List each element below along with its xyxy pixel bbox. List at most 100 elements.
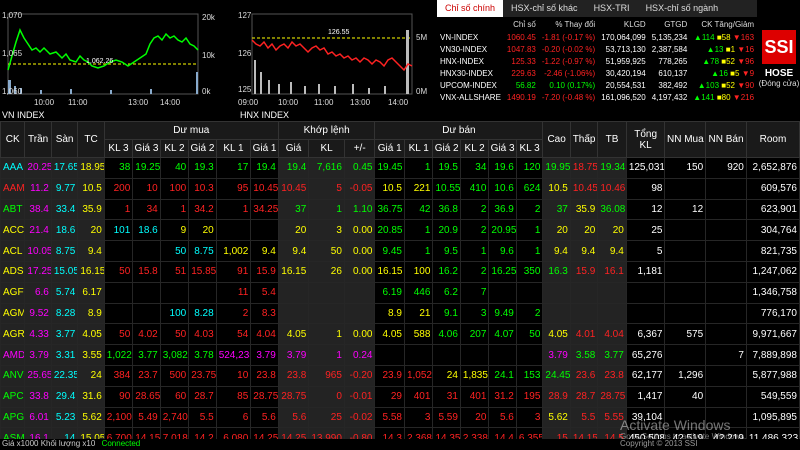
col-floor[interactable]: Sàn — [50, 121, 79, 158]
stock-symbol[interactable]: AGF — [0, 281, 26, 304]
table-row[interactable]: ACL 10.05 8.75 9.4 50 8.75 1,002 9.4 9.4 50 0.00 9.… — [0, 240, 800, 262]
cell-kl-2: 207 — [459, 323, 490, 346]
stock-symbol[interactable]: AGR — [0, 323, 26, 346]
cell-nn-b-n — [705, 177, 747, 200]
arrow-down-icon: ▼ — [737, 80, 746, 90]
table-row[interactable]: AMD3.793.313.551,0223.773,0823.78524,235… — [0, 344, 800, 366]
stock-symbol[interactable]: ASM — [0, 427, 26, 439]
cell-cao: 15 — [542, 427, 571, 439]
stock-symbol[interactable]: APG — [0, 406, 26, 429]
cell-kl-1: 17 — [215, 157, 252, 179]
col-ask-vol3[interactable]: KL 3 — [515, 139, 544, 158]
col-ask-vol1[interactable]: KL 1 — [403, 139, 434, 158]
cell-tb: 28.75 — [597, 385, 627, 408]
table-row[interactable]: ABT 38.4 33.4 35.9 1 34 1 34.2 1 34.25 37 1 1.10 36.7… — [0, 198, 800, 221]
cell-kl-2: 50 — [159, 240, 190, 262]
col-ref[interactable]: TC — [77, 121, 105, 158]
index-row[interactable]: VN30-INDEX 1047.83 -0.20 (-0.02 %) 53,713,1… — [437, 43, 757, 55]
tab-hsx-tri[interactable]: HSX-TRI — [586, 0, 638, 17]
table-row[interactable]: AAM 11.2 9.77 10.5 200 10 100 10.3 95 10.45 10.45 5… — [0, 177, 800, 200]
col-bid-price2[interactable]: Giá 2 — [188, 139, 217, 158]
index-advances: 114 — [701, 32, 715, 42]
cell-gi-2: 10.55 — [432, 177, 461, 200]
cell-nn-mua: 12 — [664, 198, 707, 221]
col-ceiling[interactable]: Trần — [24, 121, 52, 158]
col-low[interactable]: Thấp — [569, 121, 599, 158]
stock-symbol[interactable]: ABT — [0, 198, 26, 221]
stock-symbol[interactable]: AGM — [0, 302, 26, 325]
stock-symbol[interactable]: ACC — [0, 219, 26, 242]
cell-tb: 4.04 — [597, 323, 627, 346]
cell-cao — [542, 302, 571, 325]
stock-symbol[interactable]: AAA — [0, 157, 26, 179]
col-avg[interactable]: TB — [597, 121, 627, 158]
table-row[interactable]: AGM 9.52 8.28 8.9 100 8.28 2 8.3 8.9 21 9.1 3 9.49 2 7… — [0, 302, 800, 325]
col-foreign-sell[interactable]: NN Bán — [705, 121, 747, 158]
col-bid-vol3[interactable]: KL 3 — [103, 139, 134, 158]
col-foreign-buy[interactable]: NN Mua — [664, 121, 707, 158]
cell-cao: 9.4 — [542, 240, 571, 262]
col-match-change[interactable]: +/- — [343, 139, 376, 158]
stock-symbol[interactable]: AMD — [0, 344, 26, 366]
table-row[interactable]: APC 33.8 29.4 31.6 90 28.65 60 28.7 85 28.75 28.75… — [0, 385, 800, 408]
index-trade-value: 610,137 — [658, 68, 688, 78]
cell-kl-3: 1 — [515, 219, 544, 242]
group-ask: Dư bán — [374, 121, 544, 140]
col-ask-price3[interactable]: Giá 3 — [488, 139, 517, 158]
stock-symbol[interactable]: ACL — [0, 240, 26, 262]
cell-kl-1: 1,002 — [215, 240, 252, 262]
table-row[interactable]: AGR 4.33 3.77 4.05 50 4.02 50 4.03 54 4.04 4.05 1 0.… — [0, 323, 800, 346]
stock-symbol[interactable]: ANV — [0, 364, 26, 387]
col-bid-price3[interactable]: Giá 3 — [132, 139, 161, 158]
cell-gi-2: 6.2 — [432, 281, 461, 304]
col-bid-vol2[interactable]: KL 2 — [159, 139, 190, 158]
table-row[interactable]: AGF 6.6 5.74 6.17 11 5.4 6.19 446 6.2 7 1,346,758 — [0, 281, 800, 304]
index-row[interactable]: VN-INDEX 1060.45 -1.81 (-0.17 %) 170,064,09… — [437, 31, 757, 43]
stock-symbol[interactable]: APC — [0, 385, 26, 408]
cell-gi-1: 28.75 — [250, 385, 279, 408]
cell-gi-: 9.4 — [277, 240, 310, 262]
col-match-price[interactable]: Giá — [277, 139, 310, 158]
tab-main-indices[interactable]: Chỉ số chính — [437, 0, 504, 17]
cell-kl-3: 200 — [103, 177, 134, 200]
col-ask-price2[interactable]: Giá 2 — [432, 139, 461, 158]
cell-gi-3 — [488, 344, 517, 366]
index-change: -1.81 (-0.17 %) — [541, 32, 596, 42]
col-bid-price1[interactable]: Giá 1 — [250, 139, 279, 158]
cell-kl-1: 1,052 — [403, 364, 434, 387]
tab-hsx-sector[interactable]: HSX-chỉ số ngành — [638, 0, 727, 17]
table-row[interactable]: ADS 17.25 15.05 16.15 50 15.8 51 15.85 91 15.9 16.… — [0, 260, 800, 283]
table-row[interactable]: AAA 20.25 17.65 18.95 38 19.25 40 19.3 17 19.4 19.… — [0, 157, 800, 179]
cell-kl-3: 38 — [103, 157, 134, 179]
cell-gi-1 — [250, 219, 279, 242]
cell-gi-1: 8.9 — [374, 302, 405, 325]
col-room[interactable]: Room — [745, 121, 800, 158]
tab-hsx-other[interactable]: HSX-chỉ số khác — [503, 0, 586, 17]
index-row[interactable]: VNX-ALLSHARE 1490.19 -7.20 (-0.48 %) 161,09… — [437, 91, 757, 103]
table-row[interactable]: ACC 21.4 18.6 20 101 18.6 9 20 20 3 0.00 20.85 1 20.9… — [0, 219, 800, 242]
col-bid-vol1[interactable]: KL 1 — [215, 139, 252, 158]
col-ask-price1[interactable]: Giá 1 — [374, 139, 405, 158]
col-ask-vol2[interactable]: KL 2 — [459, 139, 490, 158]
cell-- — [343, 302, 376, 325]
col-high[interactable]: Cao — [542, 121, 571, 158]
cell-gi-3: 24.1 — [488, 364, 517, 387]
index-row[interactable]: UPCOM-INDEX 56.82 0.10 (0.17%) 20,554,531 38… — [437, 79, 757, 91]
stock-symbol[interactable]: AAM — [0, 177, 26, 200]
cell-kl-3: 1 — [515, 240, 544, 262]
group-matched: Khớp lệnh — [277, 121, 376, 140]
cell-kl-3: 1 — [103, 198, 134, 221]
cell-gi-3 — [488, 281, 517, 304]
index-row[interactable]: HNX-INDEX 125.33 -1.22 (-0.97 %) 51,959,925… — [437, 55, 757, 67]
chart2-y-top: 127 — [238, 11, 252, 20]
col-symbol[interactable]: CK — [0, 121, 26, 158]
cell-room: 5,877,988 — [745, 364, 800, 387]
index-row[interactable]: HNX30-INDEX 229.63 -2.46 (-1.06%) 30,420,19… — [437, 67, 757, 79]
table-row[interactable]: ANV 25.65 22.35 24 384 23.7 500 23.75 10 23.8 23.8… — [0, 364, 800, 387]
cell-kl-3 — [515, 344, 544, 366]
stock-symbol[interactable]: ADS — [0, 260, 26, 283]
col-total-vol[interactable]: Tổng KL — [625, 121, 666, 158]
cell-kl-3: 101 — [103, 219, 134, 242]
col-match-vol[interactable]: KL — [308, 139, 345, 158]
cell-gi-3: 5.6 — [488, 406, 517, 429]
